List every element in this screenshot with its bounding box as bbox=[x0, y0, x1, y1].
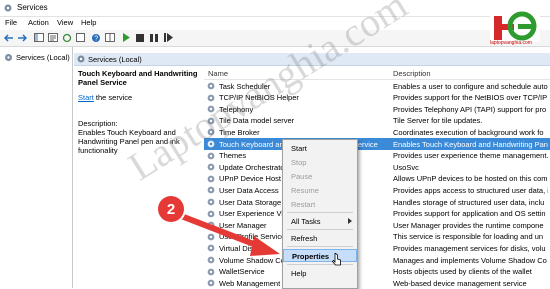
service-gear-icon bbox=[207, 279, 215, 287]
service-description: Hosts objects used by clients of the wal… bbox=[393, 267, 532, 277]
console-tree: Services (Local) bbox=[0, 47, 73, 288]
column-name[interactable]: Name bbox=[208, 69, 228, 78]
service-gear-icon bbox=[207, 268, 215, 275]
title-bar: Services bbox=[0, 0, 550, 17]
help-icon[interactable]: ? bbox=[90, 32, 102, 43]
toolbar: ? bbox=[0, 30, 550, 47]
service-description: Handles storage of structured user data,… bbox=[393, 197, 545, 207]
service-description: Provides support for application and OS … bbox=[393, 209, 546, 219]
window-title: Services bbox=[17, 3, 48, 12]
menu-action[interactable]: Action bbox=[28, 18, 49, 27]
service-name: User Data Access bbox=[219, 185, 279, 195]
service-description: UsoSvc bbox=[393, 162, 419, 172]
service-description: Allows UPnP devices to be hosted on this… bbox=[393, 174, 548, 184]
menu-item-all-tasks[interactable]: All Tasks bbox=[283, 215, 357, 227]
service-row[interactable]: Themes Provides user experience theme man… bbox=[204, 150, 550, 162]
service-row[interactable]: Web Management Web-based device managemen… bbox=[204, 277, 550, 289]
export-list-icon[interactable] bbox=[75, 32, 87, 43]
show-hide-tree-icon[interactable] bbox=[33, 32, 45, 43]
menu-item-properties[interactable]: Properties bbox=[283, 249, 357, 262]
service-name: Themes bbox=[219, 151, 247, 161]
menu-item-help[interactable]: Help bbox=[283, 267, 357, 279]
menu-item-restart: Restart bbox=[291, 200, 316, 209]
service-row[interactable]: UPnP Device Host Allows UPnP devices to b… bbox=[204, 173, 550, 185]
service-description: Enables Touch Keyboard and Handwriting P… bbox=[393, 139, 548, 149]
refresh-icon[interactable] bbox=[61, 32, 73, 43]
service-description: Provides user experience theme managemen… bbox=[393, 151, 548, 161]
service-description: This service is responsible for loading … bbox=[393, 232, 544, 242]
pane-header-title: Services (Local) bbox=[88, 55, 142, 64]
service-name: WalletService bbox=[219, 267, 265, 277]
service-description: Enables a user to configure and schedule… bbox=[393, 81, 548, 91]
menu-separator bbox=[287, 264, 353, 265]
service-gear-icon bbox=[207, 152, 215, 159]
service-description: User Manager provides the runtime compon… bbox=[393, 220, 544, 230]
service-row[interactable]: Touch Keyboard and Handwriting Panel Ser… bbox=[204, 138, 550, 150]
service-description: Provides support for the NetBIOS over TC… bbox=[393, 93, 548, 103]
service-name: UPnP Device Host bbox=[219, 174, 281, 184]
start-link-suffix: the service bbox=[93, 93, 133, 102]
service-name: Web Management bbox=[219, 278, 281, 288]
menu-item-pause: Pause bbox=[291, 172, 313, 181]
restart-service-icon[interactable] bbox=[162, 32, 174, 43]
menu-item-stop: Stop bbox=[291, 158, 307, 167]
tree-node-services-local[interactable]: Services (Local) bbox=[4, 53, 70, 62]
service-description: Provides Telephony API (TAPI) support fo… bbox=[393, 104, 547, 114]
service-row[interactable]: User Data Access Provides apps access to … bbox=[204, 184, 550, 196]
step-badge: 2 bbox=[158, 196, 184, 222]
service-description: Coordinates execution of background work… bbox=[393, 127, 544, 137]
service-description: Web-based device management service bbox=[393, 278, 527, 288]
service-description: Provides apps access to structured user … bbox=[393, 185, 548, 195]
services-gear-icon bbox=[77, 55, 85, 63]
service-row[interactable]: Update Orchestrator Service UsoSvc bbox=[204, 161, 550, 173]
start-service-icon[interactable] bbox=[120, 32, 132, 43]
menu-item-refresh[interactable]: Refresh bbox=[283, 232, 357, 244]
submenu-chevron-icon bbox=[348, 218, 352, 224]
service-description: Provides management services for disks, … bbox=[393, 243, 546, 253]
service-description: Tile Server for tile updates. bbox=[393, 116, 483, 126]
menu-file[interactable]: File bbox=[5, 18, 17, 27]
service-description: Manages and implements Volume Shadow Co bbox=[393, 255, 547, 265]
pause-service-icon[interactable] bbox=[148, 32, 160, 43]
annotation-arrow-icon bbox=[173, 211, 280, 256]
services-gear-icon bbox=[4, 4, 12, 12]
service-row[interactable]: Time Broker Coordinates execution of back… bbox=[204, 126, 550, 138]
logo-caption: laptopvanghia.com bbox=[490, 40, 532, 46]
context-menu: Start Stop Pause Resume Restart All Task… bbox=[282, 139, 358, 289]
services-gear-icon bbox=[5, 54, 12, 61]
menu-item-resume: Resume bbox=[291, 186, 319, 195]
start-service-link[interactable]: Start bbox=[78, 93, 94, 102]
service-gear-icon bbox=[207, 163, 215, 171]
service-gear-icon bbox=[207, 82, 215, 90]
stop-service-icon[interactable] bbox=[134, 32, 146, 43]
menu-help[interactable]: Help bbox=[81, 18, 96, 27]
svg-text:?: ? bbox=[94, 35, 98, 42]
properties-sheet-icon[interactable] bbox=[47, 32, 59, 43]
service-title: Touch Keyboard and Handwriting Panel Ser… bbox=[78, 69, 198, 87]
forward-arrow-icon[interactable] bbox=[16, 32, 28, 43]
menu-separator bbox=[287, 229, 353, 230]
menu-separator bbox=[287, 246, 353, 247]
column-description[interactable]: Description bbox=[393, 69, 431, 78]
menu-separator bbox=[287, 212, 353, 213]
service-gear-icon bbox=[207, 186, 215, 194]
mouse-pointer-icon bbox=[332, 253, 341, 266]
service-gear-icon bbox=[207, 175, 215, 183]
menu-item-start[interactable]: Start bbox=[283, 142, 357, 154]
service-row[interactable]: WalletService Hosts objects used by clien… bbox=[204, 266, 550, 278]
menu-bar: File Action View Help bbox=[0, 17, 550, 29]
menu-view[interactable]: View bbox=[57, 18, 73, 27]
tree-node-label: Services (Local) bbox=[16, 53, 70, 62]
view-icon[interactable] bbox=[104, 32, 116, 43]
back-arrow-icon[interactable] bbox=[3, 32, 15, 43]
